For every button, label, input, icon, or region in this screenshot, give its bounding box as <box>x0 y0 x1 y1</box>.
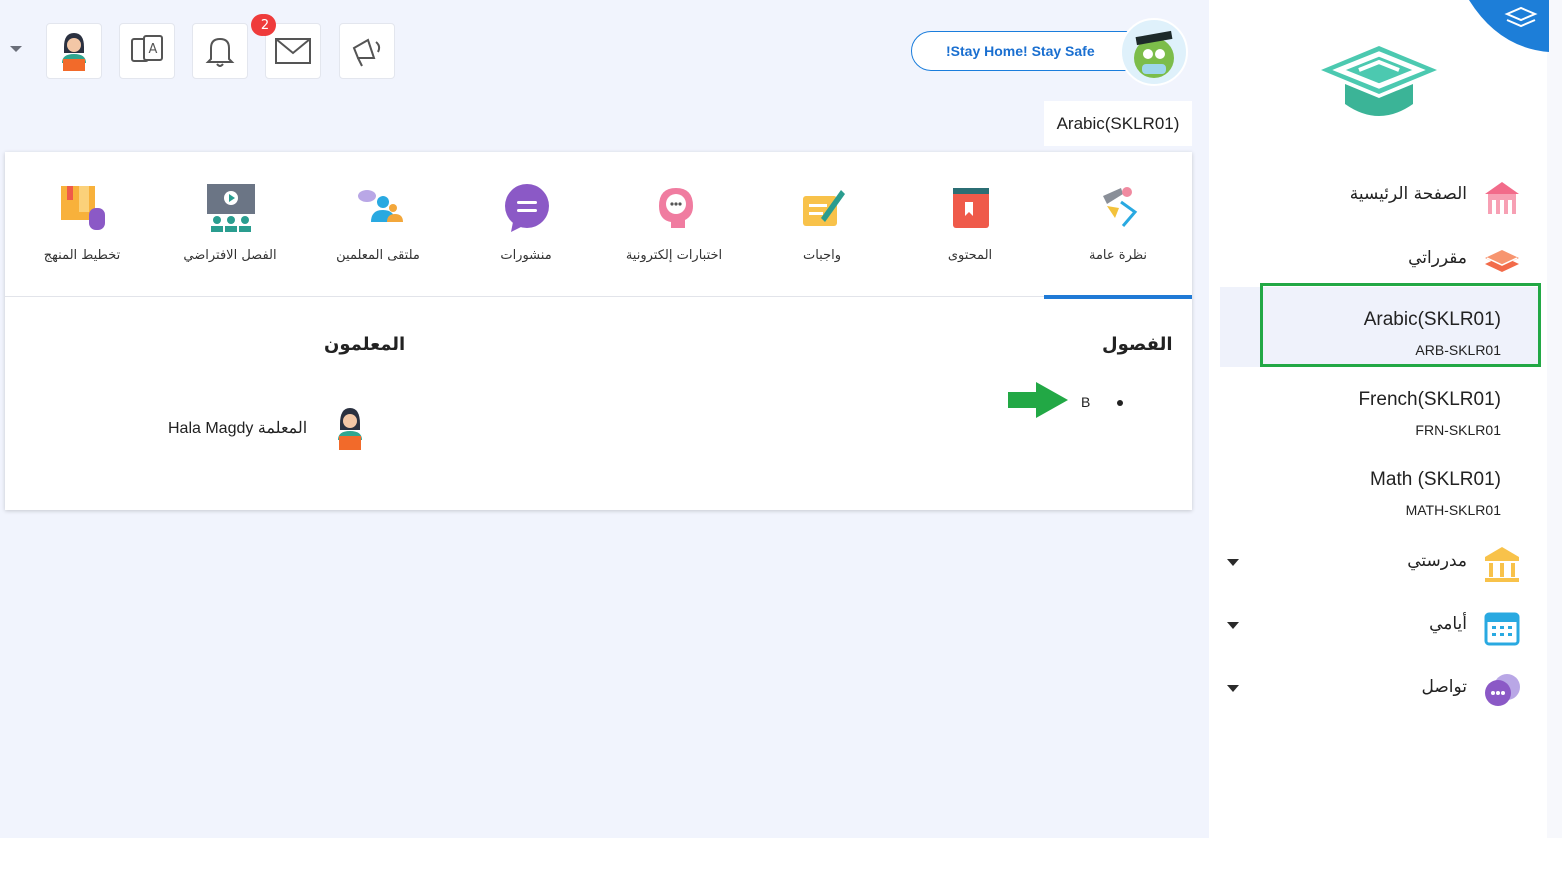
tab-posts-label: منشورات <box>500 248 552 263</box>
announcements-button[interactable] <box>339 23 395 79</box>
tab-overview[interactable]: نظرة عامة <box>1044 152 1192 299</box>
tab-virtual-class-label: الفصل الافتراضي <box>183 248 277 263</box>
school-building-icon <box>1485 547 1519 582</box>
tab-e-exams-label: اختبارات إلكترونية <box>625 248 723 263</box>
tab-teachers-forum[interactable]: ملتقى المعلمين <box>304 152 452 297</box>
course-name: French(SKLR01) <box>1358 389 1501 410</box>
chevron-down-icon[interactable] <box>1227 622 1239 629</box>
mascot-icon <box>1134 30 1174 78</box>
tab-teachers-forum-label: ملتقى المعلمين <box>336 248 420 263</box>
sidebar-item-my-school-label: مدرستي <box>1407 551 1467 571</box>
overview-icon <box>1103 187 1138 227</box>
language-button[interactable]: A <box>119 23 175 79</box>
megaphone-icon <box>352 38 381 67</box>
virtual-class-icon <box>207 184 255 232</box>
class-bullet <box>1117 400 1123 406</box>
book-icon <box>953 188 989 228</box>
homework-icon <box>803 190 845 226</box>
course-item-math[interactable]: Math (SKLR01) MATH-SKLR01 <box>1220 447 1541 527</box>
sidebar-item-my-courses[interactable]: مقرراتي <box>1209 238 1547 284</box>
chevron-down-icon[interactable] <box>1227 559 1239 566</box>
calendar-icon <box>1484 612 1520 646</box>
sidebar-item-home[interactable]: الصفحة الرئيسية <box>1209 174 1547 220</box>
teachers-title: المعلمون <box>324 334 406 355</box>
chat-bubbles-icon <box>1485 674 1520 706</box>
tab-overview-label: نظرة عامة <box>1088 248 1148 263</box>
sidebar-item-my-days-label: أيامي <box>1429 614 1467 634</box>
curriculum-icon <box>61 186 105 230</box>
teacher-avatar-icon <box>338 408 362 450</box>
bell-icon <box>205 37 235 67</box>
class-item-b[interactable]: B <box>1081 394 1090 410</box>
profile-button[interactable] <box>46 23 102 79</box>
messages-button[interactable]: 2 <box>254 14 321 79</box>
chevron-down-icon[interactable] <box>1227 685 1239 692</box>
stay-safe-banner[interactable]: !Stay Home! Stay Safe <box>911 31 1147 71</box>
teacher-name[interactable]: Hala Magdy المعلمة <box>168 418 307 438</box>
sidebar-item-my-school[interactable]: مدرستي <box>1209 541 1547 587</box>
tab-curriculum-planning-label: تخطيط المنهج <box>43 248 121 263</box>
tab-content[interactable]: المحتوى <box>896 152 1044 297</box>
green-arrow-annotation <box>1008 382 1068 418</box>
account-dropdown-caret[interactable] <box>10 46 22 52</box>
teacher-avatar-icon <box>62 33 86 71</box>
tab-virtual-class[interactable]: الفصل الافتراضي <box>156 152 304 297</box>
svg-text:A: A <box>149 42 158 57</box>
highlight-box-annotation <box>1260 283 1541 367</box>
tab-e-exams[interactable]: اختبارات إلكترونية <box>600 152 748 297</box>
envelope-icon <box>275 38 311 64</box>
course-name: Math (SKLR01) <box>1370 469 1501 490</box>
quiz-icon <box>659 188 693 228</box>
mascot-avatar <box>1120 18 1188 86</box>
notifications-button[interactable]: 8 <box>192 14 273 79</box>
school-home-icon <box>1485 182 1519 214</box>
books-stack-icon <box>1485 250 1519 272</box>
current-course-chip: Arabic(SKLR01) <box>1044 101 1192 146</box>
tab-homework[interactable]: واجبات <box>748 152 896 297</box>
course-code: MATH-SKLR01 <box>1405 502 1501 518</box>
sidebar-edge <box>1547 0 1562 838</box>
course-code: FRN-SKLR01 <box>1415 422 1501 438</box>
tab-homework-label: واجبات <box>802 248 842 263</box>
tab-curriculum-planning[interactable]: تخطيط المنهج <box>8 152 156 297</box>
classes-title: الفصول <box>1102 334 1173 355</box>
posts-icon <box>505 184 549 232</box>
bottom-strip <box>0 838 1562 884</box>
sidebar-item-communication-label: تواصل <box>1421 677 1467 697</box>
sidebar-item-my-courses-label: مقرراتي <box>1408 248 1467 268</box>
messages-badge: 2 <box>254 14 276 36</box>
stay-safe-text: !Stay Home! Stay Safe <box>946 43 1095 59</box>
course-tabs: نظرة عامة المحتوى واجبات اختبارات إلكترو… <box>5 152 1192 299</box>
school-logo <box>1321 46 1437 116</box>
teachers-forum-icon <box>358 190 403 222</box>
sidebar-item-home-label: الصفحة الرئيسية <box>1349 184 1467 204</box>
sidebar-toggle-icon[interactable] <box>1469 0 1549 52</box>
course-item-french[interactable]: French(SKLR01) FRN-SKLR01 <box>1220 367 1541 447</box>
sidebar-item-communication[interactable]: تواصل <box>1209 667 1547 713</box>
tab-posts[interactable]: منشورات <box>452 152 600 297</box>
sidebar-item-my-days[interactable]: أيامي <box>1209 604 1547 650</box>
course-card: نظرة عامة المحتوى واجبات اختبارات إلكترو… <box>5 152 1192 510</box>
tab-content-label: المحتوى <box>947 248 993 263</box>
translate-icon: A <box>131 35 163 62</box>
